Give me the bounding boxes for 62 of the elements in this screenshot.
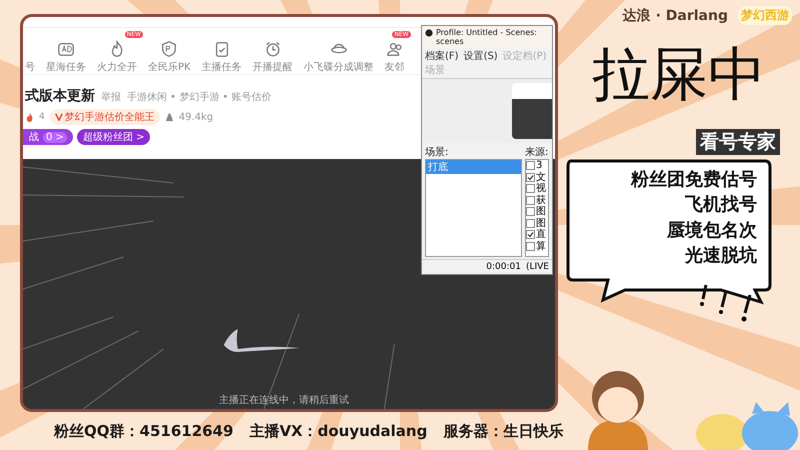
source-item[interactable]: 图 bbox=[536, 218, 546, 229]
info-text: 服务器：生日快乐 bbox=[443, 422, 564, 441]
checkbox[interactable] bbox=[526, 218, 535, 228]
checkbox[interactable] bbox=[526, 184, 535, 194]
nav-label[interactable]: 号 bbox=[25, 60, 35, 74]
room-tags: 手游休闲 • 梦幻手游 • 账号估价 bbox=[127, 90, 272, 104]
checkbox[interactable] bbox=[526, 242, 535, 251]
challenge-count: 0 > bbox=[43, 132, 67, 143]
live-status: (LIVE bbox=[526, 262, 549, 272]
bubble-text: 蜃境包名次 bbox=[667, 220, 757, 242]
streamer-name: 达浪 · Darlang bbox=[622, 6, 728, 24]
bubble-text: 粉丝团免费估号 bbox=[631, 168, 757, 192]
video-caption: 主播正在连线中，请稍后重试 bbox=[219, 394, 349, 407]
fan-club-button[interactable]: 超级粉丝团 > bbox=[76, 129, 150, 145]
scenes-label: 场景: bbox=[425, 146, 450, 159]
source-item[interactable]: 文 bbox=[536, 172, 546, 183]
menu-item[interactable]: 设置(S) bbox=[464, 49, 498, 64]
bubble-text: 光速脱坑 bbox=[685, 245, 757, 268]
sources-label: 来源: bbox=[525, 146, 549, 159]
scene-item[interactable]: 打底 bbox=[426, 160, 521, 174]
source-item[interactable]: 直 bbox=[536, 229, 546, 240]
nav-label[interactable]: 全民乐PK bbox=[148, 60, 191, 74]
nav-label[interactable]: 主播任务 bbox=[202, 60, 242, 74]
checkbox[interactable] bbox=[526, 230, 535, 240]
nav-label[interactable]: 星海任务 bbox=[46, 60, 86, 74]
nav-label[interactable]: 开播提醒 bbox=[252, 60, 293, 74]
info-text: 粉丝QQ群：451612649 bbox=[54, 422, 234, 441]
source-item[interactable]: 图 bbox=[536, 206, 546, 218]
stream-time: 0:00:01 bbox=[486, 262, 521, 272]
flame-icon bbox=[25, 112, 34, 122]
nav-label[interactable]: 小飞碟分成调整 bbox=[304, 60, 374, 74]
v-icon bbox=[54, 113, 63, 121]
heat-count: 4 bbox=[39, 112, 45, 122]
source-item[interactable]: 3 bbox=[536, 160, 542, 172]
expert-tag: 看号专家 bbox=[696, 128, 780, 155]
checkbox[interactable] bbox=[526, 207, 535, 216]
ad-icon[interactable] bbox=[57, 40, 75, 58]
source-item[interactable]: 算 bbox=[536, 240, 546, 252]
shield-icon[interactable] bbox=[160, 40, 178, 58]
source-item[interactable]: 获 bbox=[536, 194, 546, 206]
alarm-clock-icon[interactable] bbox=[264, 40, 282, 58]
challenge-button[interactable]: 战 0 > bbox=[23, 129, 73, 145]
preview-thumbnail bbox=[512, 83, 552, 139]
checkbox[interactable] bbox=[526, 172, 535, 182]
title-badge[interactable]: 梦幻手游估价全能王 bbox=[50, 109, 160, 125]
source-item[interactable]: 视 bbox=[536, 183, 546, 194]
people-icon[interactable] bbox=[386, 40, 404, 58]
weight-icon bbox=[164, 112, 174, 122]
app-icon bbox=[425, 29, 433, 37]
bubble-text: 飞机找号 bbox=[685, 194, 757, 217]
menu-item[interactable]: 档案(F) bbox=[425, 49, 459, 64]
weight-value: 49.4kg bbox=[178, 112, 214, 122]
window-title: Profile: Untitled - Scenes: scenes bbox=[436, 28, 538, 46]
info-text: 主播VX：douyudalang bbox=[249, 422, 428, 441]
nav-label[interactable]: 火力全开 bbox=[97, 60, 137, 74]
checkbox[interactable] bbox=[526, 161, 535, 170]
status-text: 拉屎中 bbox=[592, 43, 766, 107]
nav-label[interactable]: 友邻 bbox=[384, 60, 405, 74]
checkbox[interactable] bbox=[526, 196, 535, 205]
game-logo: 梦幻西游 bbox=[738, 6, 792, 25]
room-title: 式版本更新 bbox=[25, 87, 95, 105]
report-link[interactable]: 举报 bbox=[101, 90, 121, 104]
